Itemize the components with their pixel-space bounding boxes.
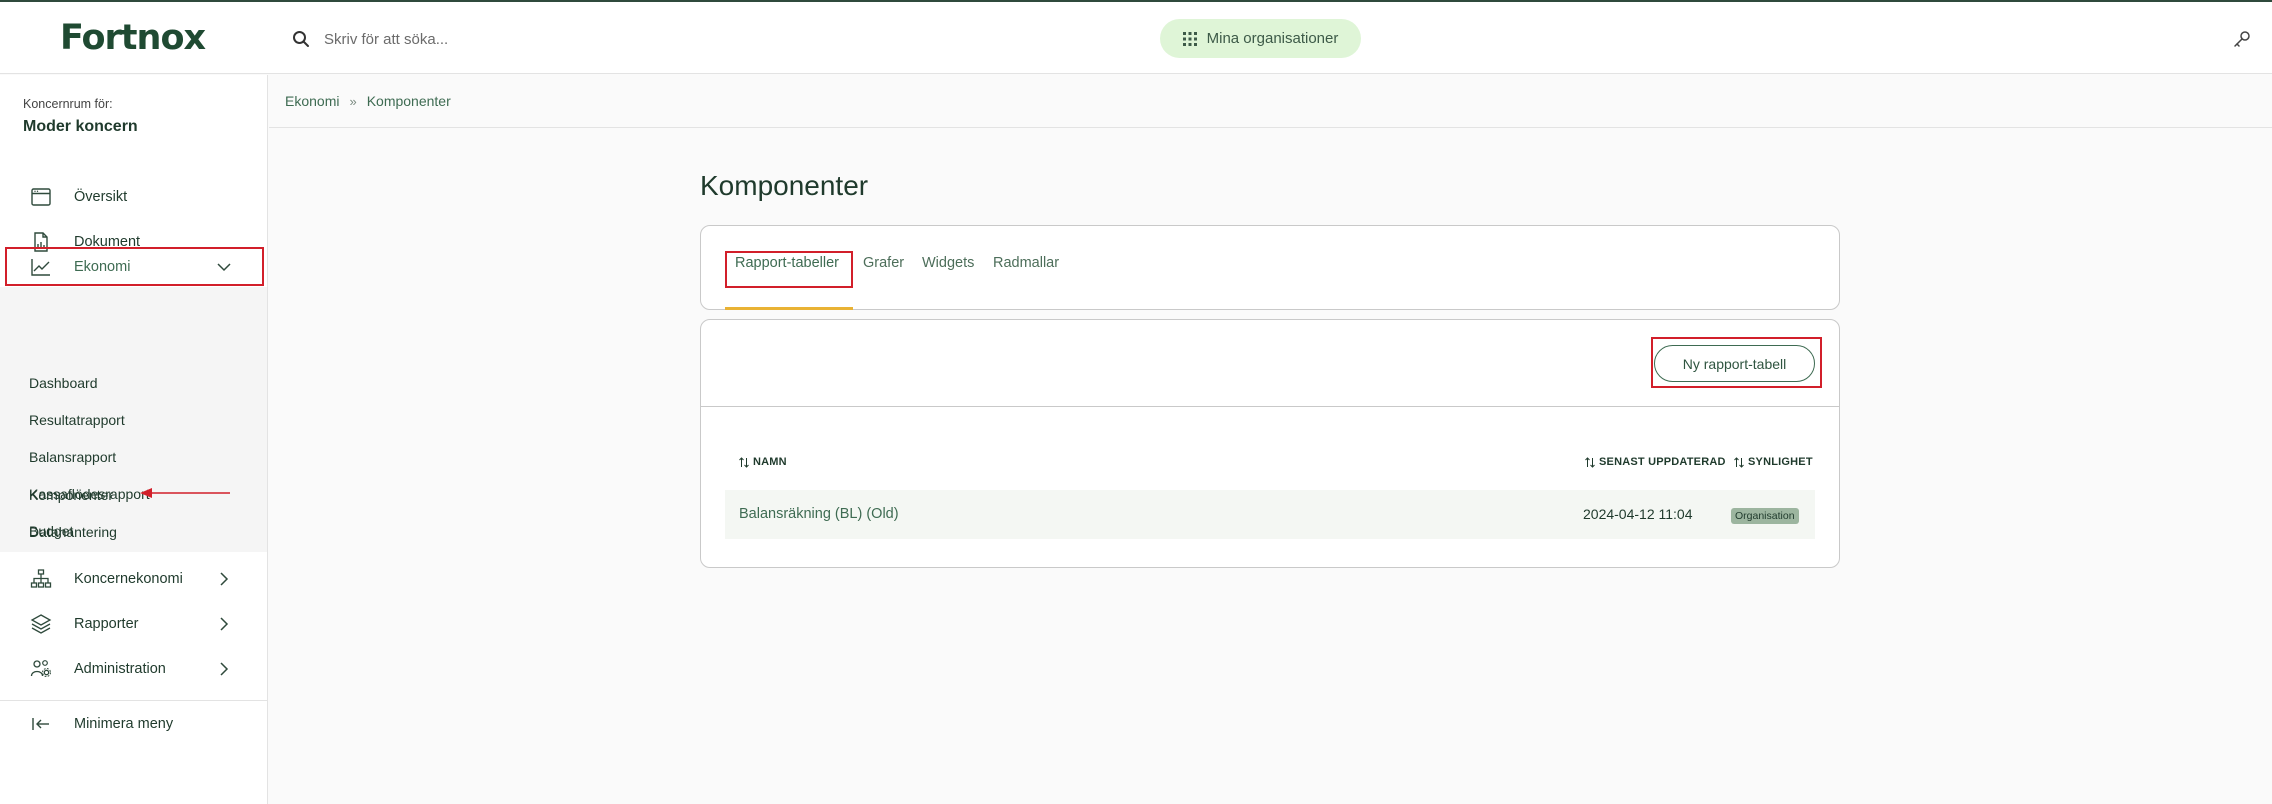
search-input[interactable] xyxy=(324,30,744,48)
submenu-item-komponenter[interactable]: Komponenter xyxy=(29,487,113,503)
tab-rapport-tabeller[interactable]: Rapport-tabeller xyxy=(735,255,839,271)
tab-widgets[interactable]: Widgets xyxy=(922,255,974,271)
breadcrumb-ekonomi[interactable]: Ekonomi xyxy=(285,93,339,109)
submenu-item-resultatrapport[interactable]: Resultatrapport xyxy=(29,412,125,428)
sidebar-item-label: Översikt xyxy=(74,189,128,205)
page-title: Komponenter xyxy=(700,170,869,201)
submenu-item-balansrapport[interactable]: Balansrapport xyxy=(29,449,116,465)
sort-icon xyxy=(739,456,749,468)
key-icon[interactable] xyxy=(2233,30,2251,48)
row-updated: 2024-04-12 11:04 xyxy=(1583,506,1693,522)
grid-icon xyxy=(1182,31,1197,46)
submenu-item-dashboard[interactable]: Dashboard xyxy=(29,375,98,391)
visibility-badge: Organisation xyxy=(1731,508,1799,524)
column-header-namn[interactable]: NAMN xyxy=(739,456,787,468)
column-header-label: SYNLIGHET xyxy=(1748,456,1813,468)
my-organizations-label: Mina organisationer xyxy=(1206,30,1339,47)
submenu-item-datahantering[interactable]: Datahantering xyxy=(29,524,117,540)
active-tab-underline xyxy=(725,307,853,310)
card-toolbar: Ny rapport-tabell xyxy=(701,320,1839,407)
line-chart-icon xyxy=(30,256,52,278)
sidebar-divider xyxy=(0,700,267,701)
fortnox-logo[interactable]: Fortnox xyxy=(60,18,206,58)
sidebar-item-label: Koncernekonomi xyxy=(74,571,183,587)
minimize-menu-button[interactable]: Minimera meny xyxy=(0,702,268,746)
tab-radmallar[interactable]: Radmallar xyxy=(993,255,1059,271)
column-header-label: NAMN xyxy=(753,456,787,468)
tab-grafer[interactable]: Grafer xyxy=(863,255,904,271)
minimize-menu-label: Minimera meny xyxy=(74,716,174,732)
chevron-right-icon xyxy=(216,571,232,587)
column-header-senast-uppdaterad[interactable]: SENAST UPPDATERAD xyxy=(1585,456,1726,468)
users-gear-icon xyxy=(30,658,52,680)
breadcrumb-bar: Ekonomi » Komponenter xyxy=(269,75,2272,128)
layers-icon xyxy=(30,613,52,635)
ekonomi-submenu: Dashboard Resultatrapport Balansrapport … xyxy=(0,287,267,552)
sidebar-item-koncernekonomi[interactable]: Koncernekonomi xyxy=(0,557,268,601)
table-row[interactable]: Balansräkning (BL) (Old) 2024-04-12 11:0… xyxy=(725,490,1815,539)
column-header-label: SENAST UPPDATERAD xyxy=(1599,456,1726,468)
sidebar-item-rapporter[interactable]: Rapporter xyxy=(0,602,268,646)
hierarchy-icon xyxy=(30,568,52,590)
search-bar xyxy=(292,24,744,54)
tabs-card: Rapport-tabeller Grafer Widgets Radmalla… xyxy=(700,225,1840,310)
column-header-synlighet[interactable]: SYNLIGHET xyxy=(1734,456,1813,468)
my-organizations-button[interactable]: Mina organisationer xyxy=(1160,19,1361,58)
sidebar: Koncernrum för: Moder koncern Översikt D… xyxy=(0,75,268,804)
breadcrumb-komponenter: Komponenter xyxy=(366,93,451,109)
sidebar-item-administration[interactable]: Administration xyxy=(0,647,268,691)
new-report-table-button[interactable]: Ny rapport-tabell xyxy=(1654,345,1815,382)
report-tables-card: Ny rapport-tabell NAMN SENAST UPPDATERAD… xyxy=(700,319,1840,568)
chevron-down-icon xyxy=(216,259,232,275)
sort-icon xyxy=(1585,456,1595,468)
sidebar-item-label: Administration xyxy=(74,661,166,677)
sidebar-item-ekonomi[interactable]: Ekonomi xyxy=(0,245,268,289)
search-icon xyxy=(293,31,309,47)
sort-icon xyxy=(1734,456,1744,468)
chevron-right-icon xyxy=(216,661,232,677)
red-arrow-annotation xyxy=(140,488,230,498)
row-name[interactable]: Balansräkning (BL) (Old) xyxy=(739,506,899,522)
browser-window-icon xyxy=(30,186,52,208)
breadcrumb-separator: » xyxy=(349,93,357,109)
breadcrumb: Ekonomi » Komponenter xyxy=(285,93,451,109)
top-header: Fortnox Mina organisationer xyxy=(0,2,2272,74)
sidebar-item-label: Ekonomi xyxy=(74,259,131,275)
chevron-right-icon xyxy=(216,616,232,632)
org-label: Koncernrum för: xyxy=(23,97,113,111)
org-name: Moder koncern xyxy=(23,118,138,135)
collapse-left-icon xyxy=(30,713,52,735)
sidebar-item-oversikt[interactable]: Översikt xyxy=(0,175,268,219)
sidebar-item-label: Rapporter xyxy=(74,616,139,632)
